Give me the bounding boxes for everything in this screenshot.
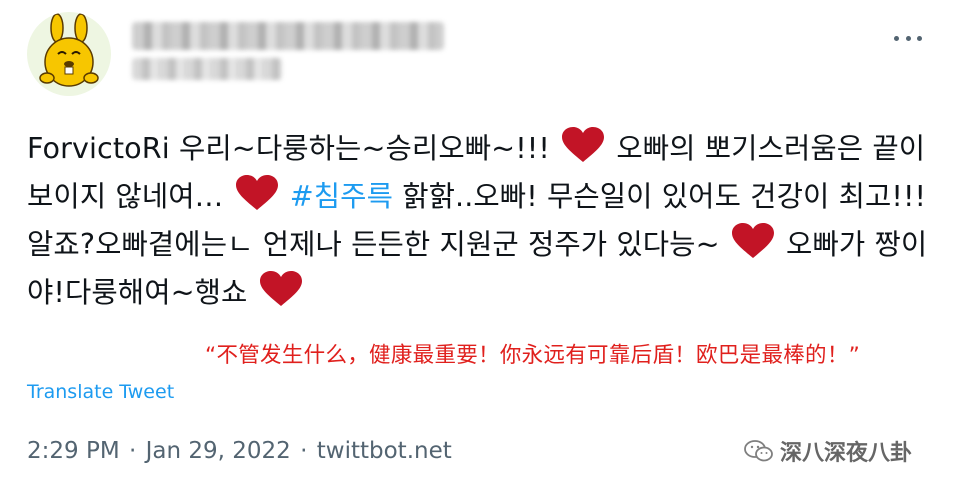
meta-separator: · bbox=[300, 438, 308, 464]
translation-caption: “不管发生什么，健康最重要！你永远有可靠后盾！欧巴是最棒的！” bbox=[205, 343, 861, 368]
watermark-text: 深八深夜八卦 bbox=[780, 441, 913, 466]
tweet-metadata: 2:29 PM · Jan 29, 2022 · twittbot.net bbox=[27, 438, 452, 464]
tweet-date[interactable]: Jan 29, 2022 bbox=[146, 438, 291, 464]
tweet-text: ForvictoRi 우리~다룽하는~승리오빠~!!! 오빠의 뽀기스러움은 끝… bbox=[27, 124, 932, 316]
heart-icon bbox=[259, 271, 302, 306]
username-blurred[interactable] bbox=[132, 58, 282, 80]
heart-icon bbox=[731, 223, 774, 258]
meta-separator: · bbox=[129, 438, 137, 464]
more-options-icon[interactable] bbox=[894, 30, 922, 46]
translate-tweet-link[interactable]: Translate Tweet bbox=[27, 381, 174, 403]
rabbit-avatar-icon bbox=[39, 13, 99, 87]
tweet-time[interactable]: 2:29 PM bbox=[27, 438, 120, 464]
hashtag-link[interactable]: #침주륵 bbox=[290, 179, 393, 213]
avatar[interactable] bbox=[27, 12, 111, 96]
tweet-text-segment-1: ForvictoRi 우리~다룽하는~승리오빠~!!! bbox=[27, 131, 550, 165]
watermark: 深八深夜八卦 bbox=[744, 435, 912, 467]
display-name-blurred[interactable] bbox=[132, 22, 444, 50]
heart-icon bbox=[562, 127, 605, 162]
wechat-icon bbox=[744, 440, 773, 462]
heart-icon bbox=[235, 175, 278, 210]
tweet-source[interactable]: twittbot.net bbox=[317, 438, 452, 464]
